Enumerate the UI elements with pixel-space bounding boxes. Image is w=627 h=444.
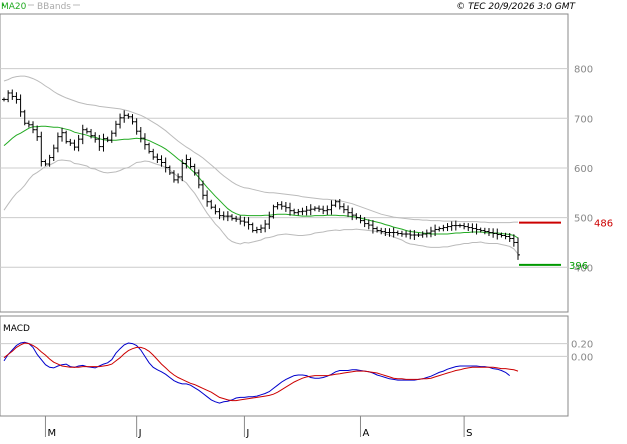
x-axis: MJJAS (0, 415, 568, 439)
x-tick-label: M (47, 428, 56, 439)
chart-header: MA20 BBands © TEC 20/9/2026 3:0 GMT (1, 2, 577, 12)
y-tick-label: 500 (574, 214, 593, 225)
technical-chart: 800 700 600 500 400 486 396 0.20 0.00 MACD MJJ… (0, 0, 627, 440)
copyright-text: © TEC 20/9/2026 3:0 GMT (456, 2, 576, 12)
macd-tick-label: 0.00 (571, 352, 593, 363)
y-tick-label: 800 (574, 65, 593, 76)
price-axis: 800700600500400 (574, 65, 593, 275)
x-tick-label: S (466, 428, 472, 439)
ma-legend-label: MA20 (1, 2, 27, 12)
macd-axis: 0.200.00 (571, 340, 593, 364)
x-tick-label: J (138, 428, 142, 439)
resistance-label: 486 (594, 219, 613, 230)
macd-tick-label: 0.20 (571, 340, 593, 351)
bbands-legend-label: BBands (37, 2, 71, 12)
x-tick-label: J (245, 428, 249, 439)
support-label: 396 (569, 261, 588, 272)
y-tick-label: 600 (574, 164, 593, 175)
y-tick-label: 700 (574, 114, 593, 125)
price-panel: 800700600500400 486396 (0, 13, 613, 313)
macd-title: MACD (3, 324, 30, 334)
macd-panel: 0.200.00 MACD (0, 315, 593, 417)
x-tick-label: A (362, 428, 369, 439)
